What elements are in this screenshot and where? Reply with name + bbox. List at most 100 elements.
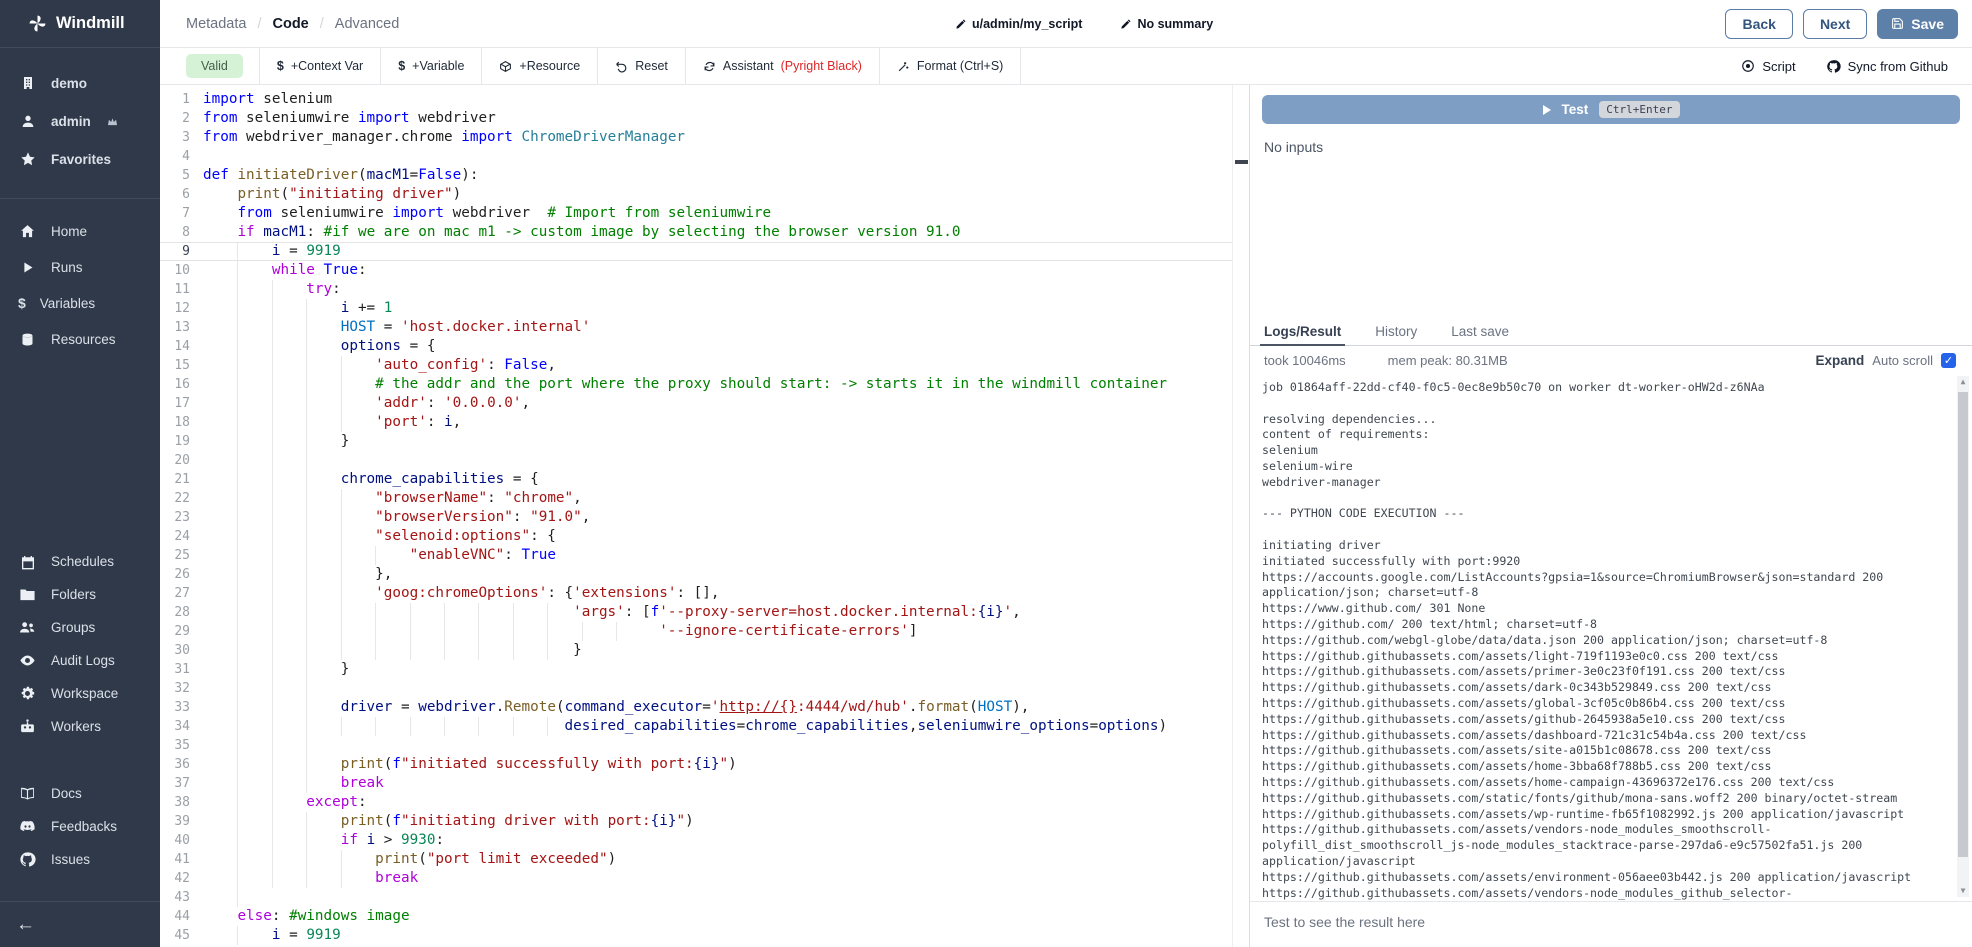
code-line-21[interactable]: 21 chrome_capabilities = { [160, 470, 1232, 489]
sidebar-item-home[interactable]: Home [0, 213, 160, 249]
collapse-sidebar-icon[interactable]: ← [16, 914, 35, 936]
indent-guide [237, 508, 238, 527]
tab-last-save[interactable]: Last save [1451, 318, 1509, 345]
code-line-32[interactable]: 32 [160, 679, 1232, 698]
code-line-20[interactable]: 20 [160, 451, 1232, 470]
code-line-29[interactable]: 29 '--ignore-certificate-errors'] [160, 622, 1232, 641]
script-path[interactable]: u/admin/my_script [955, 17, 1082, 31]
assistant-button[interactable]: Assistant (Pyright Black) [685, 48, 879, 84]
code-line-26[interactable]: 26 }, [160, 565, 1232, 584]
script-kind-button[interactable]: Script [1741, 59, 1795, 74]
valid-badge: Valid [186, 54, 243, 78]
code-line-9[interactable]: 9 i = 9919 [160, 242, 1232, 261]
code-line-15[interactable]: 15 'auto_config': False, [160, 356, 1232, 375]
code-line-31[interactable]: 31 } [160, 660, 1232, 679]
scroll-up-icon[interactable]: ▲ [1957, 376, 1969, 388]
code-line-10[interactable]: 10 while True: [160, 261, 1232, 280]
code-line-36[interactable]: 36 print(f"initiated successfully with p… [160, 755, 1232, 774]
autoscroll-label[interactable]: Auto scroll [1872, 353, 1933, 368]
folder-icon [18, 586, 37, 603]
code-line-34[interactable]: 34 desired_capabilities=chrome_capabilit… [160, 717, 1232, 736]
code-line-1[interactable]: 1import selenium [160, 90, 1232, 109]
code-line-5[interactable]: 5def initiateDriver(macM1=False): [160, 166, 1232, 185]
next-button[interactable]: Next [1803, 9, 1867, 39]
code-line-6[interactable]: 6 print("initiating driver") [160, 185, 1232, 204]
tab-code[interactable]: Code [273, 16, 309, 32]
code-line-2[interactable]: 2from seleniumwire import webdriver [160, 109, 1232, 128]
expand-button[interactable]: Expand [1816, 353, 1865, 368]
indent-guide [272, 774, 273, 793]
sidebar-item-favorites[interactable]: Favorites [0, 140, 160, 178]
code-editor[interactable]: 1import selenium2from seleniumwire impor… [160, 85, 1232, 947]
sidebar-item-workspace[interactable]: Workspace [0, 677, 160, 710]
code-line-33[interactable]: 33 driver = webdriver.Remote(command_exe… [160, 698, 1232, 717]
sidebar-item-groups[interactable]: Groups [0, 611, 160, 644]
sidebar-item-admin[interactable]: admin [0, 102, 160, 140]
scroll-down-icon[interactable]: ▼ [1957, 885, 1969, 897]
code-line-14[interactable]: 14 options = { [160, 337, 1232, 356]
format-ctrl-s--button[interactable]: Format (Ctrl+S) [879, 48, 1021, 84]
sync-from-github-button[interactable]: Sync from Github [1826, 59, 1948, 74]
save-button[interactable]: Save [1877, 9, 1958, 39]
autoscroll-checkbox[interactable]: ✓ [1941, 353, 1956, 368]
sidebar-item-demo[interactable]: demo [0, 64, 160, 102]
sidebar-item-resources[interactable]: Resources [0, 321, 160, 357]
-resource-button[interactable]: +Resource [481, 48, 597, 84]
code-line-22[interactable]: 22 "browserName": "chrome", [160, 489, 1232, 508]
code-line-7[interactable]: 7 from seleniumwire import webdriver # I… [160, 204, 1232, 223]
code-line-43[interactable]: 43 [160, 888, 1232, 907]
sidebar-item-schedules[interactable]: Schedules [0, 545, 160, 578]
code-line-40[interactable]: 40 if i > 9930: [160, 831, 1232, 850]
sidebar-item-audit-logs[interactable]: Audit Logs [0, 644, 160, 677]
sidebar-item-workers[interactable]: Workers [0, 710, 160, 743]
app-logo[interactable]: Windmill [0, 0, 160, 48]
sidebar-item-feedbacks[interactable]: Feedbacks [0, 810, 160, 843]
tab-metadata[interactable]: Metadata [186, 16, 246, 32]
code-line-45[interactable]: 45 i = 9919 [160, 926, 1232, 945]
sidebar-item-runs[interactable]: Runs [0, 249, 160, 285]
code-line-35[interactable]: 35 [160, 736, 1232, 755]
sidebar-item-docs[interactable]: Docs [0, 777, 160, 810]
code-line-18[interactable]: 18 'port': i, [160, 413, 1232, 432]
code-line-41[interactable]: 41 print("port limit exceeded") [160, 850, 1232, 869]
code-line-3[interactable]: 3from webdriver_manager.chrome import Ch… [160, 128, 1232, 147]
code-line-11[interactable]: 11 try: [160, 280, 1232, 299]
-context-var-button[interactable]: $+Context Var [259, 48, 380, 84]
script-summary[interactable]: No summary [1120, 17, 1213, 31]
code-line-24[interactable]: 24 "selenoid:options": { [160, 527, 1232, 546]
code-line-17[interactable]: 17 'addr': '0.0.0.0', [160, 394, 1232, 413]
code-line-37[interactable]: 37 break [160, 774, 1232, 793]
code-line-16[interactable]: 16 # the addr and the port where the pro… [160, 375, 1232, 394]
sidebar-item-variables[interactable]: $Variables [0, 285, 160, 321]
tab-advanced[interactable]: Advanced [335, 16, 400, 32]
test-button[interactable]: Test Ctrl+Enter [1262, 95, 1960, 124]
-variable-button[interactable]: $+Variable [380, 48, 481, 84]
code-line-39[interactable]: 39 print(f"initiating driver with port:{… [160, 812, 1232, 831]
code-line-44[interactable]: 44 else: #windows image [160, 907, 1232, 926]
code-line-19[interactable]: 19 } [160, 432, 1232, 451]
code-line-12[interactable]: 12 i += 1 [160, 299, 1232, 318]
log-scrollbar[interactable]: ▲ ▼ [1957, 376, 1969, 897]
back-button[interactable]: Back [1725, 9, 1792, 39]
code-line-42[interactable]: 42 break [160, 869, 1232, 888]
sidebar-item-folders[interactable]: Folders [0, 578, 160, 611]
code-line-28[interactable]: 28 'args': [f'--proxy-server=host.docker… [160, 603, 1232, 622]
code-line-4[interactable]: 4 [160, 147, 1232, 166]
editor-scrollbar[interactable] [1232, 85, 1249, 947]
code-line-27[interactable]: 27 'goog:chromeOptions': {'extensions': … [160, 584, 1232, 603]
reset-button[interactable]: Reset [597, 48, 685, 84]
log-scroll-thumb[interactable] [1958, 392, 1968, 857]
code-line-30[interactable]: 30 } [160, 641, 1232, 660]
code-line-13[interactable]: 13 HOST = 'host.docker.internal' [160, 318, 1232, 337]
tab-logs-result[interactable]: Logs/Result [1264, 318, 1341, 345]
code-line-25[interactable]: 25 "enableVNC": True [160, 546, 1232, 565]
code-line-8[interactable]: 8 if macM1: #if we are on mac m1 -> cust… [160, 223, 1232, 242]
indent-guide [478, 603, 479, 622]
script-meta: u/admin/my_script No summary [955, 0, 1213, 48]
sidebar-item-issues[interactable]: Issues [0, 843, 160, 876]
code-line-23[interactable]: 23 "browserVersion": "91.0", [160, 508, 1232, 527]
indent-guide [272, 489, 273, 508]
tab-history[interactable]: History [1375, 318, 1417, 345]
indent-guide [237, 641, 238, 660]
code-line-38[interactable]: 38 except: [160, 793, 1232, 812]
